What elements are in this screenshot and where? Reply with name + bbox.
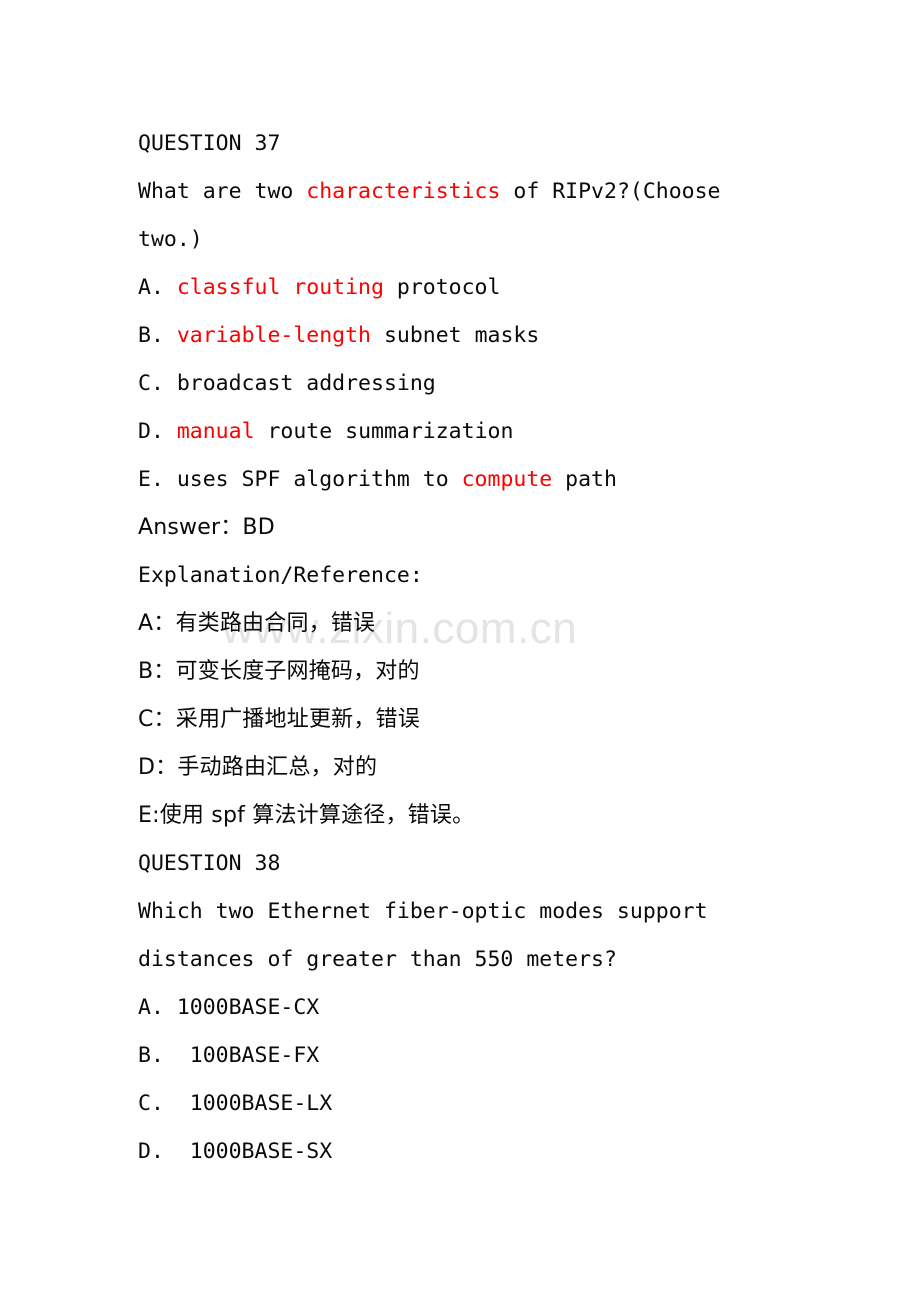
plain-text: subnet masks [371,323,540,348]
question-stem-line: two.) [138,216,838,264]
plain-text: of RIPv2?(Choose [500,179,721,204]
plain-text: D. 1000BASE-SX [138,1139,333,1164]
highlighted-term: classful routing [176,275,384,300]
answer-option[interactable]: E. uses SPF algorithm to compute path [138,456,838,504]
highlighted-term: characteristics [306,179,501,204]
question-stem-line: What are two characteristics of RIPv2?(C… [138,168,838,216]
plain-text: D. [138,419,177,444]
answer-option[interactable]: A. classful routing protocol [138,264,838,312]
question-stem-line: Which two Ethernet fiber-optic modes sup… [138,888,838,936]
plain-text: protocol [383,275,501,300]
plain-text: two.) [138,227,203,252]
highlighted-term: compute [461,467,553,492]
document-body: QUESTION 37 What are two characteristics… [138,120,838,1176]
plain-text: A. [138,275,177,300]
question-heading: QUESTION 38 [138,851,281,876]
question-heading: QUESTION 37 [138,131,281,156]
explanation-line: E:使用 spf 算法计算途径，错误。 [138,803,475,828]
plain-text: A. 1000BASE-CX [138,995,320,1020]
answer-option[interactable]: C. broadcast addressing [138,360,838,408]
answer-option[interactable]: B. 100BASE-FX [138,1032,838,1080]
answer-option[interactable]: D. 1000BASE-SX [138,1128,838,1176]
plain-text: B. 100BASE-FX [138,1043,320,1068]
answer-option[interactable]: D. manual route summarization [138,408,838,456]
highlighted-term: manual [176,419,255,444]
answer-option[interactable]: B. variable-length subnet masks [138,312,838,360]
answer-line: Answer：BD [138,515,275,540]
explanation-line: C：采用广播地址更新，错误 [138,707,420,732]
highlighted-term: variable-length [176,323,372,348]
plain-text: route summarization [254,419,514,444]
answer-option[interactable]: C. 1000BASE-LX [138,1080,838,1128]
plain-text: E. uses SPF algorithm to [138,467,462,492]
plain-text: C. 1000BASE-LX [138,1091,333,1116]
plain-text: What are two [138,179,307,204]
explanation-line: A：有类路由合同，错误 [138,611,376,636]
explanation-line: D：手动路由汇总，对的 [138,755,378,780]
plain-text: Which two Ethernet fiber-optic modes sup… [138,899,708,924]
plain-text: C. broadcast addressing [138,371,436,396]
document-page: www.zixin.com.cn QUESTION 37 What are tw… [0,0,920,1302]
explanation-label: Explanation/Reference: [138,563,423,588]
question-stem-line: distances of greater than 550 meters? [138,936,838,984]
explanation-line: B：可变长度子网掩码，对的 [138,659,420,684]
answer-option[interactable]: A. 1000BASE-CX [138,984,838,1032]
plain-text: distances of greater than 550 meters? [138,947,617,972]
plain-text: path [552,467,617,492]
plain-text: B. [138,323,177,348]
